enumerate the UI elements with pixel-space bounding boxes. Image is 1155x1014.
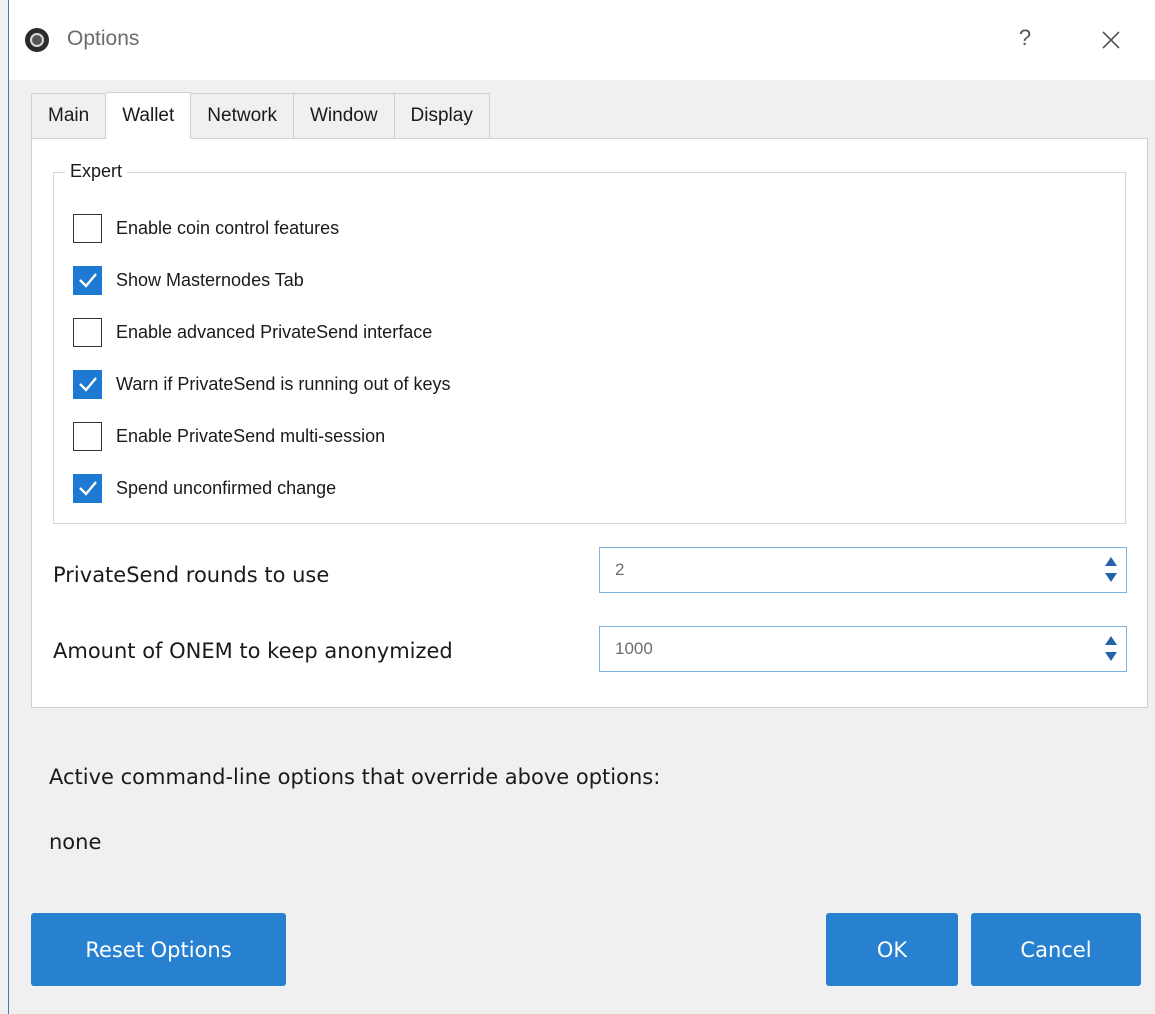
checkmark-icon	[78, 273, 97, 288]
cmdline-override-label: Active command-line options that overrid…	[49, 765, 661, 789]
spend-unconfirmed-checkbox[interactable]	[73, 473, 102, 503]
title-bar: Options ?	[9, 0, 1155, 80]
tab-window[interactable]: Window	[293, 93, 395, 138]
tab-network[interactable]: Network	[191, 93, 294, 138]
expert-groupbox: Expert Enable coin control features Show…	[53, 161, 1126, 524]
coin-control-checkbox[interactable]	[73, 213, 102, 243]
checkmark-icon	[78, 481, 97, 496]
wallet-tab-panel: Expert Enable coin control features Show…	[31, 138, 1148, 708]
cmdline-override-value: none	[49, 830, 102, 854]
masternodes-tab-label: Show Masternodes Tab	[116, 269, 304, 290]
advanced-privatesend-option[interactable]: Enable advanced PrivateSend interface	[73, 317, 432, 347]
amount-spin-arrows[interactable]	[1104, 634, 1118, 664]
amount-spinbox[interactable]: 1000	[599, 626, 1127, 672]
multi-session-option[interactable]: Enable PrivateSend multi-session	[73, 421, 385, 451]
tab-wallet[interactable]: Wallet	[106, 92, 192, 139]
tab-main[interactable]: Main	[31, 93, 107, 138]
cancel-button[interactable]: Cancel	[971, 913, 1141, 986]
rounds-value[interactable]: 2	[615, 560, 624, 580]
amount-label: Amount of ONEM to keep anonymized	[53, 639, 453, 663]
help-button[interactable]: ?	[1005, 18, 1045, 58]
tab-display[interactable]: Display	[394, 93, 490, 138]
options-dialog: Options ? Main Wallet Network Window Dis…	[8, 0, 1155, 1014]
rounds-spin-arrows[interactable]	[1104, 555, 1118, 585]
warn-keys-checkbox[interactable]	[73, 369, 102, 399]
close-icon	[1102, 31, 1120, 49]
spin-up-icon[interactable]	[1105, 557, 1117, 566]
warn-keys-label: Warn if PrivateSend is running out of ke…	[116, 373, 451, 394]
multi-session-checkbox[interactable]	[73, 421, 102, 451]
coin-control-label: Enable coin control features	[116, 217, 340, 238]
spend-unconfirmed-option[interactable]: Spend unconfirmed change	[73, 473, 336, 503]
close-button[interactable]	[1089, 18, 1133, 62]
app-logo-icon	[25, 28, 49, 52]
spin-down-icon[interactable]	[1105, 652, 1117, 661]
advanced-privatesend-label: Enable advanced PrivateSend interface	[116, 321, 433, 342]
amount-value[interactable]: 1000	[615, 639, 653, 659]
reset-options-button[interactable]: Reset Options	[31, 913, 286, 986]
masternodes-tab-checkbox[interactable]	[73, 265, 102, 295]
ok-button[interactable]: OK	[826, 913, 958, 986]
rounds-spinbox[interactable]: 2	[599, 547, 1127, 593]
rounds-label: PrivateSend rounds to use	[53, 563, 330, 587]
spin-down-icon[interactable]	[1105, 573, 1117, 582]
spin-up-icon[interactable]	[1105, 636, 1117, 645]
tab-bar: Main Wallet Network Window Display	[31, 92, 490, 139]
expert-group-title: Expert	[65, 161, 128, 182]
warn-keys-option[interactable]: Warn if PrivateSend is running out of ke…	[73, 369, 451, 399]
coin-control-option[interactable]: Enable coin control features	[73, 213, 339, 243]
masternodes-tab-option[interactable]: Show Masternodes Tab	[73, 265, 304, 295]
advanced-privatesend-checkbox[interactable]	[73, 317, 102, 347]
window-title: Options	[67, 27, 140, 50]
checkmark-icon	[78, 377, 97, 392]
spend-unconfirmed-label: Spend unconfirmed change	[116, 477, 337, 498]
multi-session-label: Enable PrivateSend multi-session	[116, 425, 386, 446]
